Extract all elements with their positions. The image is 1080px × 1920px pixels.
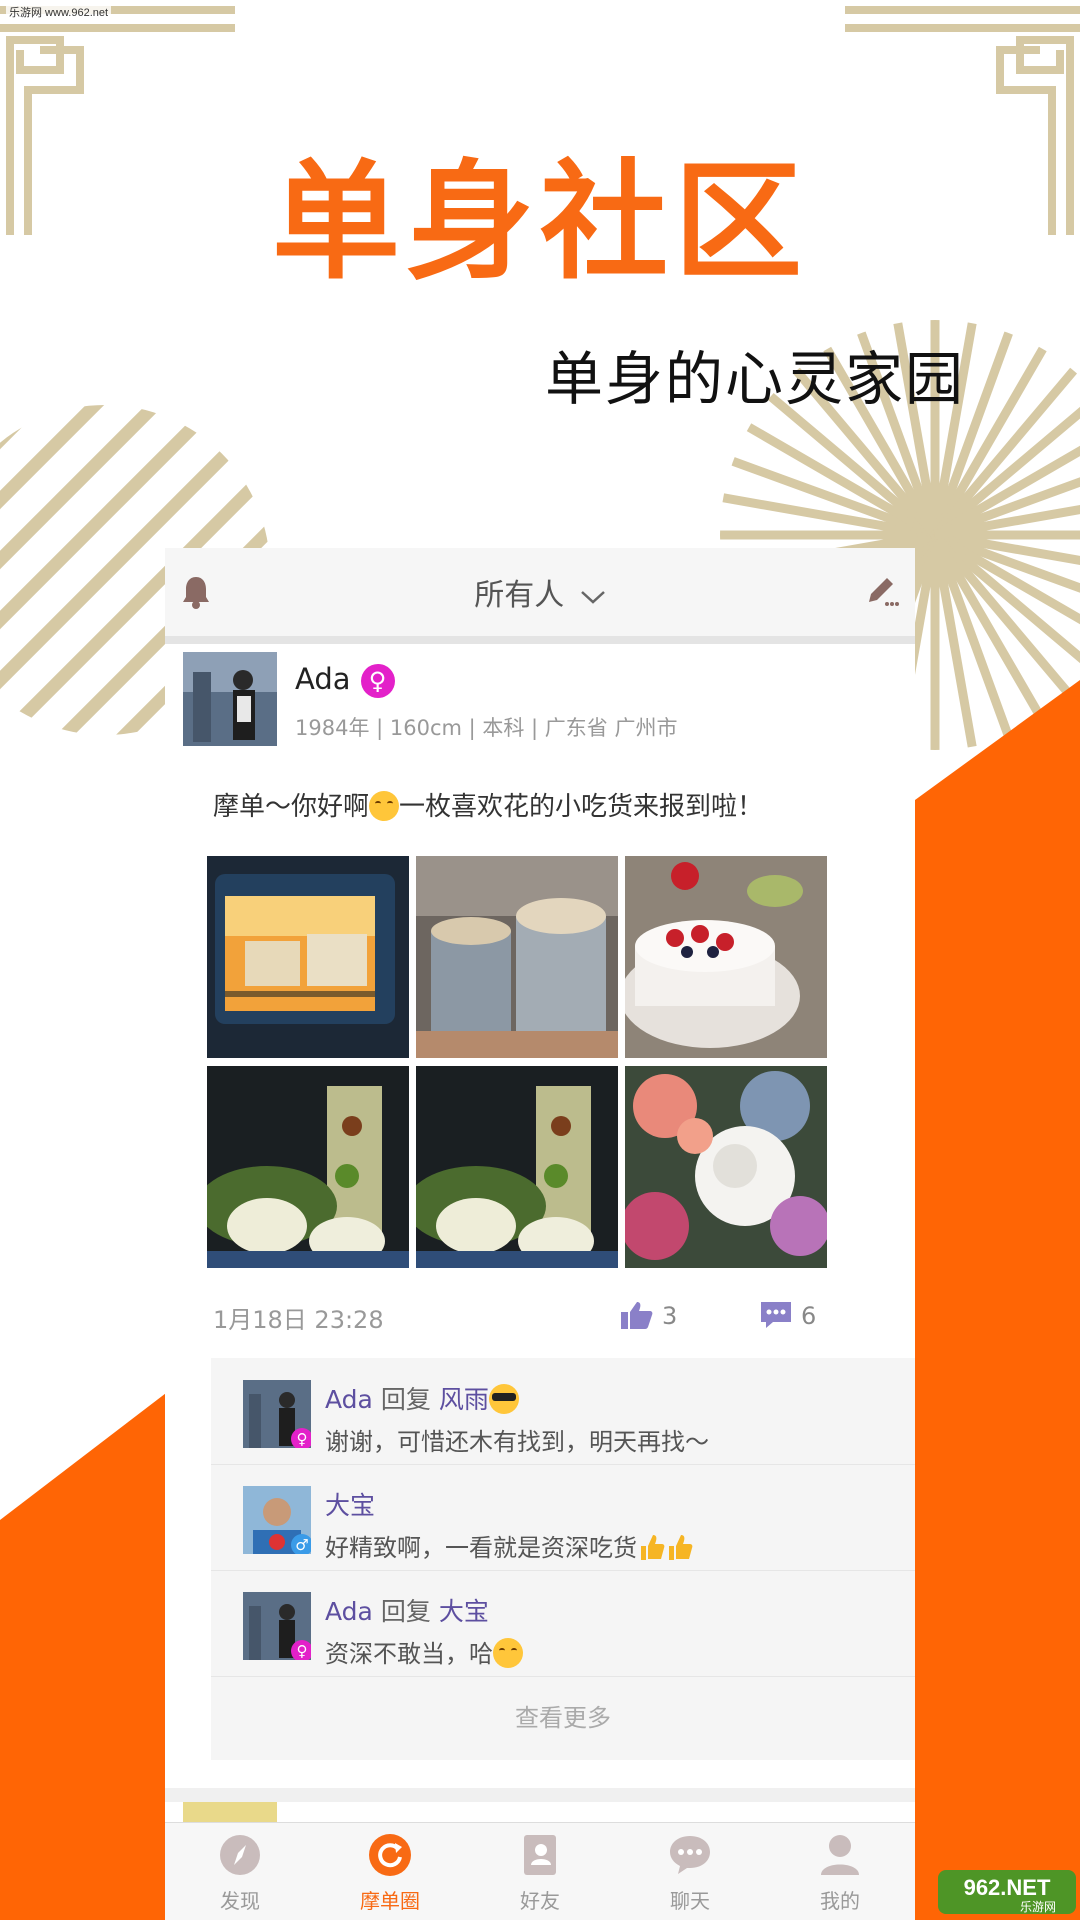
comment-item[interactable]: ♂ 大宝 好精致啊，一看就是资深吃货 xyxy=(211,1464,915,1571)
bottom-tab-bar: 发现 摩单圈 好友 聊天 我的 xyxy=(165,1822,915,1920)
photo-oven-cakes[interactable] xyxy=(207,856,409,1058)
avatar[interactable]: ♀ xyxy=(243,1380,311,1448)
watermark: 乐游网 www.962.net xyxy=(6,4,112,20)
tab-label: 好友 xyxy=(520,1889,560,1913)
tab-discover[interactable]: 发现 xyxy=(165,1823,315,1920)
comment-header: Ada 回复 风雨 xyxy=(325,1380,519,1416)
chat-icon xyxy=(670,1836,710,1874)
post-text: 摩单～你好啊 一枚喜欢花的小吃货来报到啦！ xyxy=(213,786,763,823)
comment-list: ♀ Ada 回复 风雨 谢谢，可惜还木有找到，明天再找～ ♂ 大宝 好精致啊，一… xyxy=(211,1358,915,1760)
post-text-part1: 摩单～你好啊 xyxy=(213,792,370,822)
avatar[interactable] xyxy=(183,1802,277,1822)
logo-text: 962.NET xyxy=(964,1875,1051,1900)
female-icon: ♀ xyxy=(360,664,395,698)
like-count: 3 xyxy=(662,1302,678,1330)
hero-title: 单身社区 xyxy=(271,148,808,297)
comment-text: 谢谢，可惜还木有找到，明天再找～ xyxy=(325,1428,709,1456)
tab-label: 发现 xyxy=(220,1889,260,1913)
avatar[interactable]: ♀ xyxy=(243,1592,311,1660)
photo-dessert-drink-1[interactable] xyxy=(207,1066,409,1268)
hero-subtitle: 单身的心灵家园 xyxy=(545,345,966,413)
reply-word: 回复 xyxy=(380,1597,431,1626)
male-icon: ♂ xyxy=(291,1534,311,1554)
comment-count: 6 xyxy=(801,1302,817,1330)
photo-dessert-drink-2[interactable] xyxy=(416,1066,618,1268)
reply-target[interactable]: 大宝 xyxy=(439,1597,489,1626)
avatar[interactable]: ♂ xyxy=(243,1486,311,1554)
tab-moments[interactable]: 摩单圈 xyxy=(315,1823,465,1920)
comment-author[interactable]: Ada xyxy=(325,1385,373,1414)
audience-filter-dropdown[interactable]: 所有人 xyxy=(165,570,915,614)
tab-label: 聊天 xyxy=(670,1889,710,1913)
circle-refresh-icon xyxy=(369,1834,411,1876)
tab-chat[interactable]: 聊天 xyxy=(615,1823,765,1920)
orange-shape-right xyxy=(915,680,1080,1920)
site-logo: 962.NET 乐游网 xyxy=(938,1870,1076,1914)
orange-shape-left xyxy=(0,1390,170,1920)
person-icon xyxy=(821,1835,859,1875)
female-icon: ♀ xyxy=(291,1640,311,1660)
like-button[interactable]: 3 xyxy=(620,1300,677,1330)
smile-emoji-icon xyxy=(493,1638,523,1668)
photo-strawberry-cake[interactable] xyxy=(625,856,827,1058)
reply-word: 回复 xyxy=(380,1385,431,1414)
comment-button[interactable]: 6 xyxy=(759,1300,816,1330)
comment-text: 资深不敢当，哈 xyxy=(325,1634,523,1669)
thumbs-up-emoji-icon xyxy=(641,1535,665,1560)
comment-author[interactable]: Ada xyxy=(325,1597,373,1626)
tab-me[interactable]: 我的 xyxy=(765,1823,915,1920)
thumbs-up-icon xyxy=(621,1302,653,1329)
comment-text-body: 好精致啊，一看就是资深吃货 xyxy=(325,1534,637,1562)
photo-flowers[interactable] xyxy=(625,1066,827,1268)
post-timestamp: 1月18日 23:28 xyxy=(213,1306,384,1334)
reply-target[interactable]: 风雨 xyxy=(439,1385,489,1414)
post-header: Ada ♀ 1984年 | 160cm | 本科 | 广东省 广州市 xyxy=(183,652,903,752)
compass-icon xyxy=(220,1835,260,1875)
photo-cakes-tins[interactable] xyxy=(416,856,618,1058)
contacts-icon xyxy=(524,1835,556,1875)
comment-item[interactable]: ♀ Ada 回复 风雨 谢谢，可惜还木有找到，明天再找～ xyxy=(211,1358,915,1465)
sunglasses-emoji-icon xyxy=(488,1384,519,1414)
comment-text: 好精致啊，一看就是资深吃货 xyxy=(325,1528,693,1563)
post-author-meta: 1984年 | 160cm | 本科 | 广东省 广州市 xyxy=(295,716,678,740)
top-bar: 所有人 xyxy=(165,548,915,644)
smile-emoji-icon xyxy=(369,791,400,821)
comment-header: Ada 回复 大宝 xyxy=(325,1592,489,1628)
thumbs-up-emoji-icon xyxy=(669,1535,693,1560)
chevron-down-icon xyxy=(580,590,605,604)
comment-author[interactable]: 大宝 xyxy=(325,1491,375,1520)
tab-label: 摩单圈 xyxy=(360,1889,420,1913)
audience-filter-label: 所有人 xyxy=(474,578,565,613)
edit-icon[interactable] xyxy=(865,574,899,608)
tab-friends[interactable]: 好友 xyxy=(465,1823,615,1920)
logo-subtext: 乐游网 xyxy=(1020,1900,1056,1914)
photo-grid xyxy=(207,856,827,1268)
app-screen: 所有人 Ada ♀ 1984年 | 160cm | 本科 | 广东省 广州市 摩… xyxy=(165,548,915,1920)
post-author-name: Ada xyxy=(295,662,351,696)
comment-item[interactable]: ♀ Ada 回复 大宝 资深不敢当，哈 xyxy=(211,1570,915,1677)
tab-label: 我的 xyxy=(820,1889,860,1913)
post-text-part2: 一枚喜欢花的小吃货来报到啦！ xyxy=(399,792,764,822)
female-icon: ♀ xyxy=(291,1428,311,1448)
see-more-button[interactable]: 查看更多 xyxy=(211,1676,915,1760)
comment-icon xyxy=(761,1302,791,1328)
comment-text-body: 资深不敢当，哈 xyxy=(325,1640,493,1668)
post-author[interactable]: Ada ♀ xyxy=(295,662,395,698)
comment-header: 大宝 xyxy=(325,1486,375,1522)
avatar[interactable] xyxy=(183,652,277,746)
